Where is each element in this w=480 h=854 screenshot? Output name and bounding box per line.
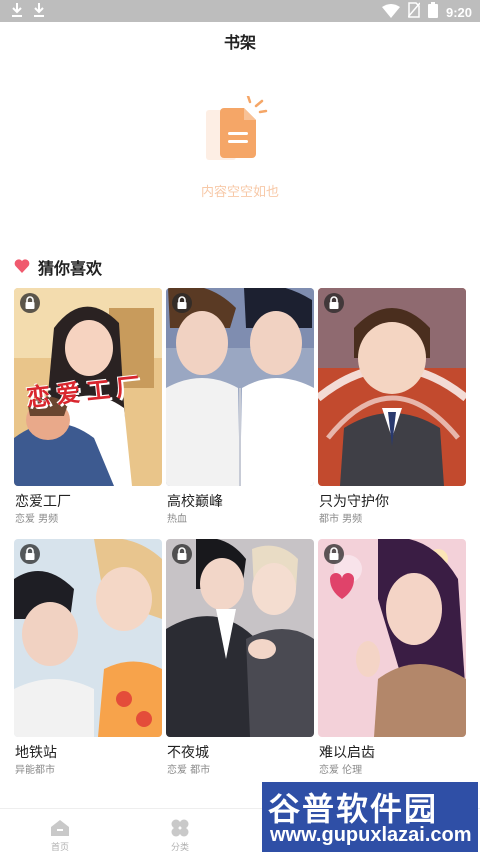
lock-icon bbox=[324, 544, 344, 564]
watermark-logo: 谷普软件园 www.gupuxlazai.com bbox=[262, 782, 478, 852]
comic-cover[interactable] bbox=[318, 288, 466, 486]
comic-title[interactable]: 不夜城 bbox=[167, 742, 209, 762]
comic-tags: 恋爱 伦理 bbox=[319, 765, 363, 776]
comic-cover[interactable]: 恋爱工厂 bbox=[14, 288, 162, 486]
comic-cover[interactable] bbox=[166, 288, 314, 486]
tab-label: 首页 bbox=[50, 843, 69, 853]
status-bar: 9:20 bbox=[0, 0, 480, 22]
tab-category[interactable]: 分类 bbox=[120, 809, 240, 854]
comic-tags: 恋爱 都市 bbox=[167, 765, 211, 776]
lock-icon bbox=[172, 544, 192, 564]
battery-icon bbox=[427, 2, 438, 22]
comic-cover[interactable] bbox=[166, 539, 314, 737]
app-header: 书架 bbox=[0, 22, 480, 66]
wifi-icon bbox=[381, 3, 400, 22]
home-icon bbox=[50, 819, 70, 841]
lock-icon bbox=[172, 293, 192, 313]
lock-icon bbox=[20, 293, 40, 313]
comic-title[interactable]: 难以启齿 bbox=[319, 742, 375, 762]
comic-tags: 都市 男频 bbox=[319, 514, 363, 525]
comic-title[interactable]: 地铁站 bbox=[15, 742, 57, 762]
heart-icon bbox=[14, 258, 30, 277]
comic-title[interactable]: 恋爱工厂 bbox=[15, 491, 71, 511]
download-icon bbox=[32, 2, 46, 22]
comic-tags: 恋爱 男频 bbox=[15, 514, 59, 525]
category-icon bbox=[170, 818, 190, 842]
comic-tags: 热血 bbox=[167, 514, 187, 525]
tab-label: 分类 bbox=[170, 843, 189, 853]
lock-icon bbox=[20, 544, 40, 564]
page-title: 书架 bbox=[223, 33, 256, 52]
comic-title[interactable]: 高校巅峰 bbox=[167, 491, 223, 511]
no-sim-icon bbox=[407, 2, 421, 22]
download-icon bbox=[10, 2, 24, 22]
comic-cover[interactable] bbox=[318, 539, 466, 737]
status-time: 9:20 bbox=[445, 4, 472, 20]
recommend-header: 猜你喜欢 bbox=[14, 255, 102, 279]
comic-tags: 异能都市 bbox=[15, 765, 55, 776]
watermark-url: www.gupuxlazai.com bbox=[270, 824, 472, 846]
comic-cover[interactable] bbox=[14, 539, 162, 737]
comic-title[interactable]: 只为守护你 bbox=[319, 491, 389, 511]
recommend-title: 猜你喜欢 bbox=[38, 259, 103, 278]
document-icon bbox=[200, 94, 280, 176]
lock-icon bbox=[324, 293, 344, 313]
empty-state-text: 内容空空如也 bbox=[200, 185, 279, 200]
tab-home[interactable]: 首页 bbox=[0, 809, 120, 854]
